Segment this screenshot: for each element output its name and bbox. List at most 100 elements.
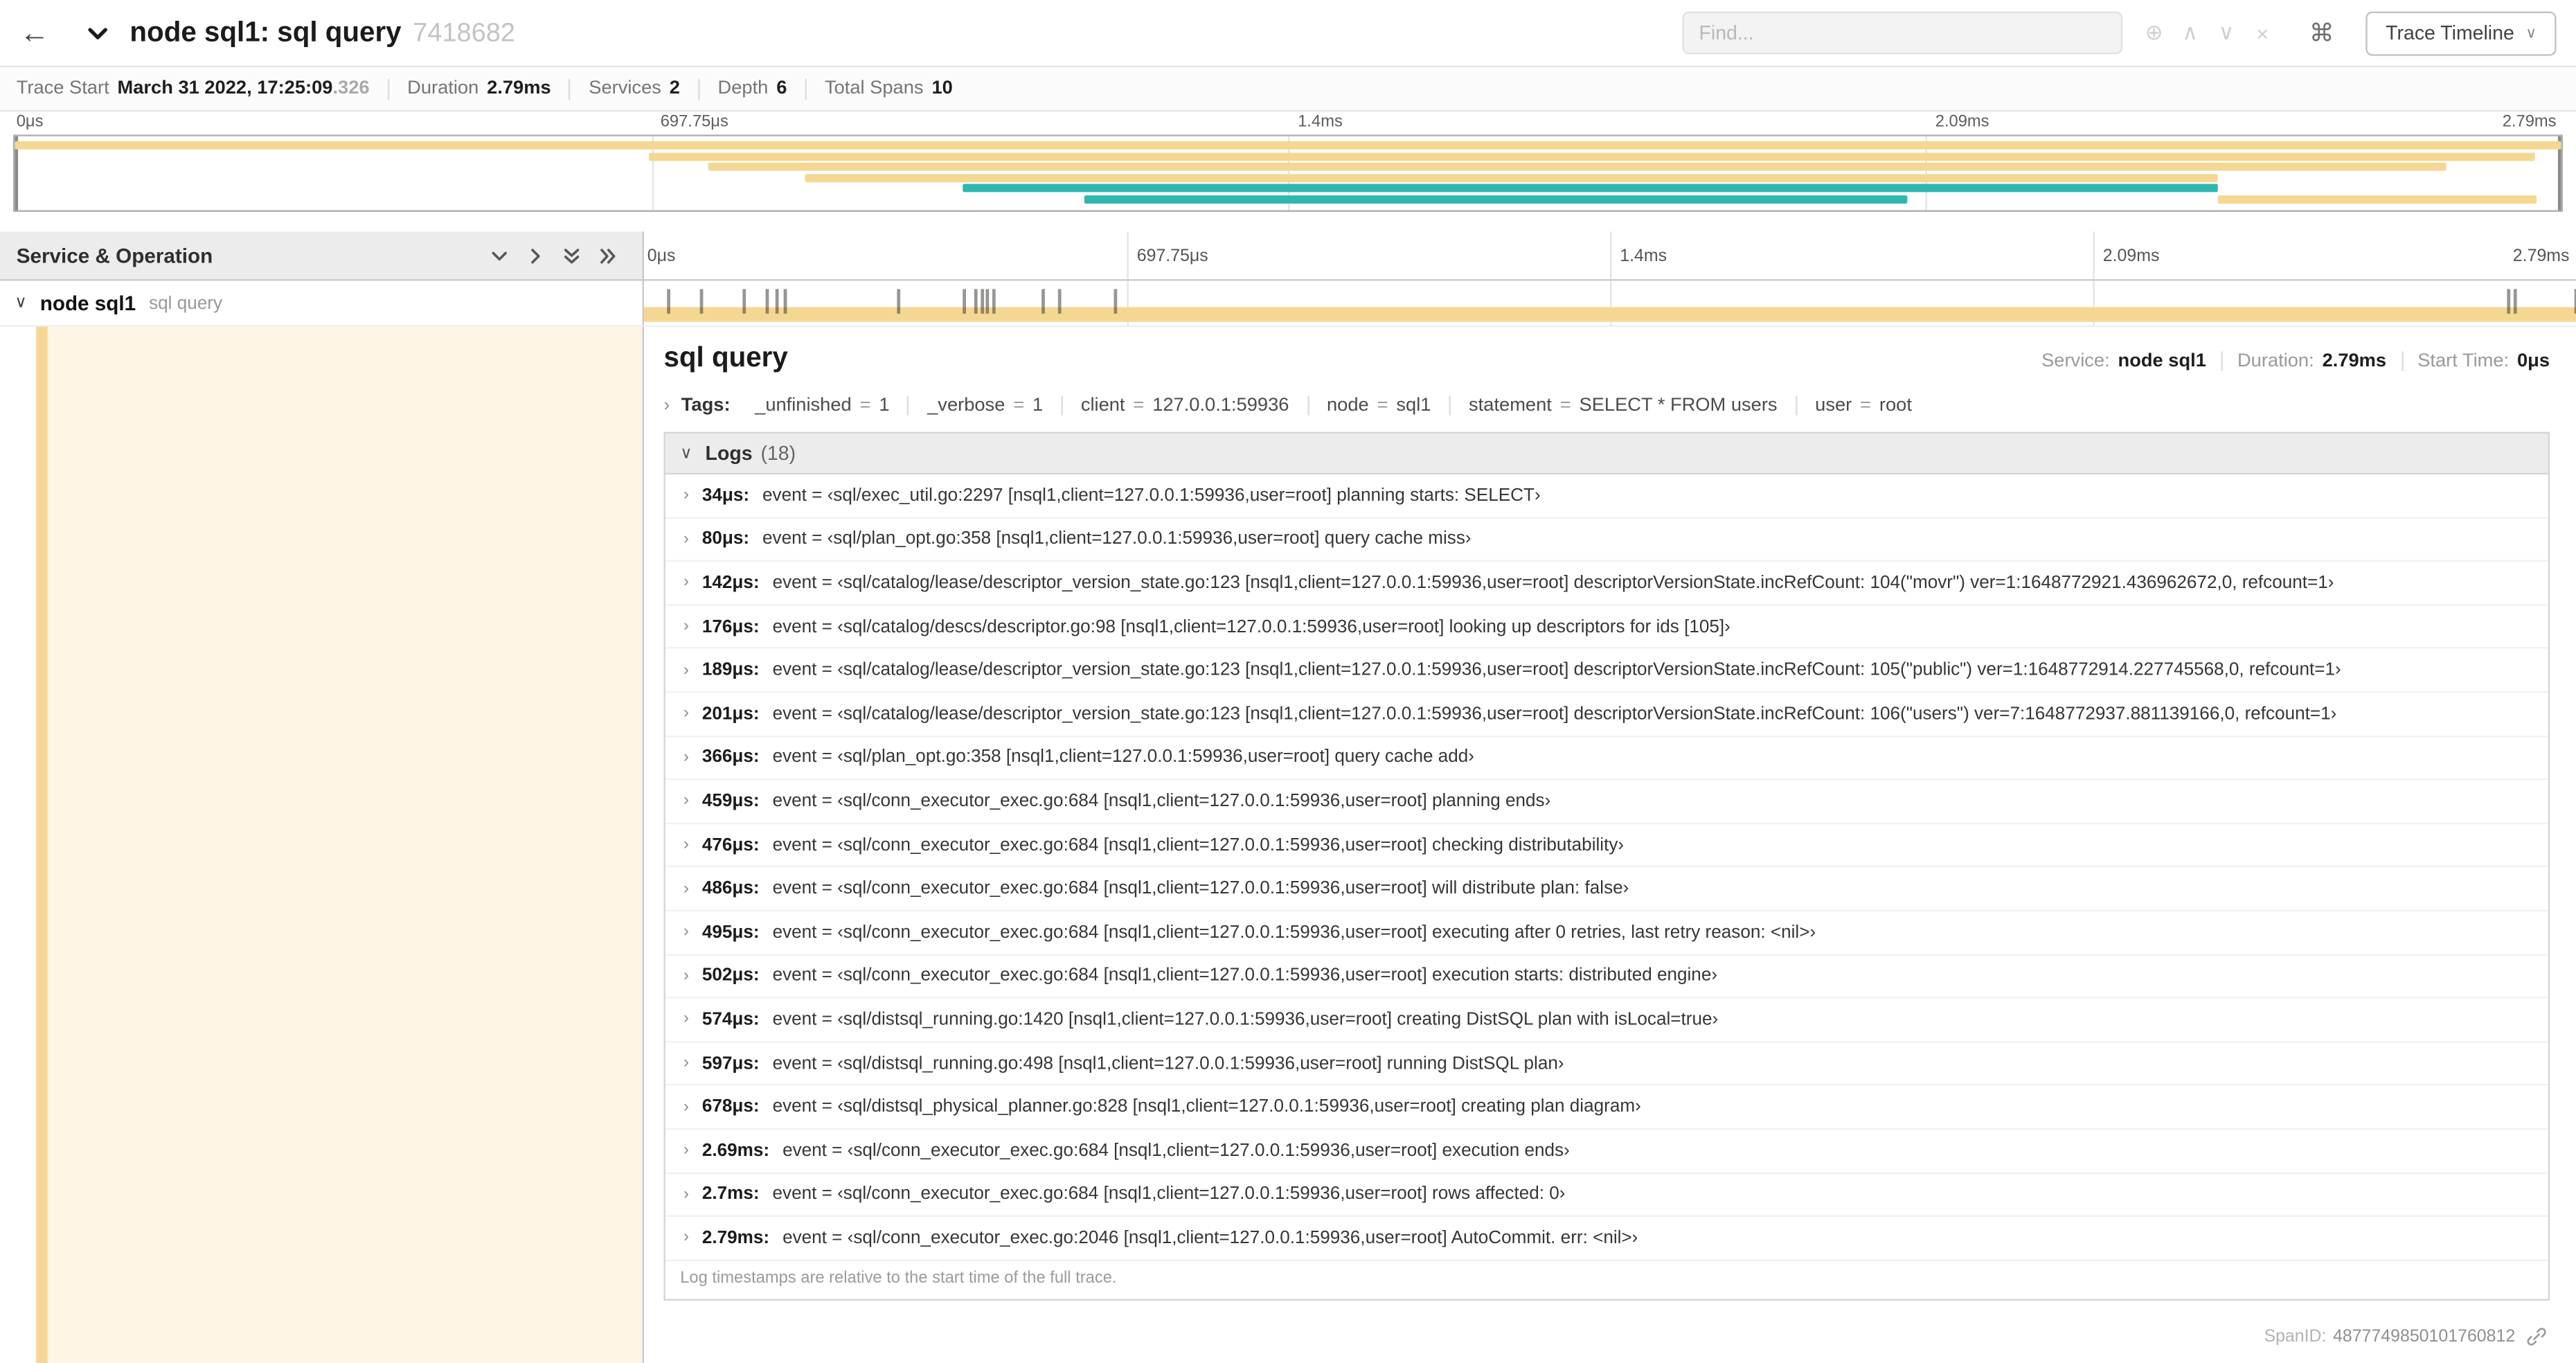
- log-row[interactable]: › 597μs: event = ‹sql/distsql_running.go:4…: [665, 1042, 2548, 1087]
- log-row[interactable]: › 366μs: event = ‹sql/plan_opt.go:358 [nsq…: [665, 736, 2548, 781]
- chevron-right-icon[interactable]: ›: [683, 705, 689, 723]
- chevron-right-icon[interactable]: ›: [683, 836, 689, 854]
- chevron-right-icon[interactable]: ›: [683, 1098, 689, 1116]
- duration-value: 2.79ms: [2322, 351, 2387, 371]
- trace-start-fraction: .326: [332, 78, 370, 99]
- chevron-right-icon[interactable]: ›: [683, 531, 689, 549]
- chevron-right-icon[interactable]: ›: [683, 487, 689, 505]
- log-row[interactable]: › 2.79ms: event = ‹sql/conn_executor_exec.…: [665, 1217, 2548, 1261]
- log-marker[interactable]: [1113, 289, 1117, 314]
- chevron-right-icon[interactable]: ›: [683, 618, 689, 636]
- back-button[interactable]: ←: [19, 16, 69, 51]
- tag-equals: =: [1133, 395, 1145, 416]
- trace-start-date: March 31 2022, 17:25:09: [117, 78, 333, 99]
- log-marker[interactable]: [2506, 289, 2510, 314]
- log-row[interactable]: › 189μs: event = ‹sql/catalog/lease/descri…: [665, 649, 2548, 693]
- chevron-right-icon[interactable]: ›: [683, 1229, 689, 1247]
- log-marker[interactable]: [1057, 289, 1061, 314]
- tag-item[interactable]: statement = SELECT * FROM users: [1451, 395, 1798, 416]
- log-row[interactable]: › 2.7ms: event = ‹sql/conn_executor_exec.g…: [665, 1173, 2548, 1218]
- log-marker[interactable]: [897, 289, 901, 314]
- chevron-right-icon[interactable]: ›: [683, 1141, 689, 1159]
- tag-key: _verbose: [927, 395, 1005, 416]
- chevron-right-icon[interactable]: ›: [683, 1054, 689, 1072]
- chevron-right-icon[interactable]: ›: [683, 574, 689, 592]
- log-row[interactable]: › 495μs: event = ‹sql/conn_executor_exec.g…: [665, 911, 2548, 955]
- log-row[interactable]: › 80μs: event = ‹sql/plan_opt.go:358 [nsql…: [665, 518, 2548, 562]
- tags-toggle[interactable]: › Tags:: [663, 395, 730, 415]
- chevron-right-icon[interactable]: ›: [683, 923, 689, 941]
- chevron-down-icon[interactable]: ∨: [15, 294, 26, 312]
- chevron-right-icon[interactable]: ›: [683, 792, 689, 810]
- collapse-trace-button[interactable]: [85, 21, 110, 46]
- tag-item[interactable]: _verbose = 1: [909, 395, 1063, 416]
- log-marker[interactable]: [765, 289, 769, 314]
- log-timestamp: 2.69ms:: [701, 1141, 770, 1161]
- find-focus-button[interactable]: ⊕: [2136, 19, 2172, 46]
- log-timestamp: 502μs:: [701, 965, 760, 986]
- view-options-label: Trace Timeline: [2386, 21, 2514, 45]
- log-message: event = ‹sql/conn_executor_exec.go:684 […: [772, 1184, 1566, 1204]
- find-next-button[interactable]: ∨: [2208, 19, 2244, 46]
- expand-one-button[interactable]: [517, 245, 553, 265]
- view-options-button[interactable]: Trace Timeline ∨: [2365, 10, 2557, 55]
- log-marker[interactable]: [2514, 289, 2518, 314]
- log-row[interactable]: › 142μs: event = ‹sql/catalog/lease/descri…: [665, 562, 2548, 606]
- chevron-right-icon[interactable]: ›: [683, 749, 689, 767]
- chevron-right-icon[interactable]: ›: [683, 880, 689, 898]
- log-marker[interactable]: [782, 289, 787, 314]
- chevron-right-icon[interactable]: ›: [683, 661, 689, 679]
- log-row[interactable]: › 34μs: event = ‹sql/exec_util.go:2297 [ns…: [665, 474, 2548, 519]
- collapse-all-button[interactable]: [554, 245, 590, 265]
- log-row[interactable]: › 459μs: event = ‹sql/conn_executor_exec.g…: [665, 780, 2548, 824]
- chevron-right-icon[interactable]: ›: [683, 1185, 689, 1203]
- keyboard-shortcuts-button[interactable]: ⌘: [2297, 18, 2346, 47]
- expand-all-button[interactable]: [590, 245, 626, 265]
- find-input[interactable]: [1682, 11, 2123, 55]
- log-row[interactable]: › 2.69ms: event = ‹sql/conn_executor_exec.…: [665, 1130, 2548, 1174]
- chevron-right-icon[interactable]: ›: [683, 967, 689, 985]
- tick-label: 0μs: [16, 113, 44, 132]
- services-label: Services: [589, 78, 661, 99]
- log-marker[interactable]: [775, 289, 779, 314]
- chevron-right-icon[interactable]: ›: [683, 1010, 689, 1028]
- divider: [2221, 351, 2223, 371]
- tag-item[interactable]: _unfinished = 1: [737, 395, 910, 416]
- deep-link-button[interactable]: [2527, 1327, 2546, 1346]
- tag-item[interactable]: user = root: [1797, 395, 1930, 415]
- log-row[interactable]: › 176μs: event = ‹sql/catalog/descs/descri…: [665, 605, 2548, 650]
- tag-item[interactable]: node = sql1: [1309, 395, 1451, 416]
- trace-summary-bar: Trace Start March 31 2022, 17:25:09.326 …: [0, 67, 2576, 112]
- services-value: 2: [669, 78, 680, 99]
- find-clear-button[interactable]: ×: [2244, 21, 2280, 46]
- log-marker[interactable]: [992, 289, 995, 314]
- tag-item[interactable]: client = 127.0.0.1:59936: [1063, 395, 1309, 416]
- trace-services: Services 2: [589, 79, 680, 98]
- logs-header[interactable]: ∨ Logs (18): [665, 433, 2548, 475]
- minimap-canvas[interactable]: [12, 134, 2564, 212]
- log-marker[interactable]: [974, 289, 978, 314]
- span-row-name-cell[interactable]: ∨ node sql1 sql query: [0, 280, 645, 326]
- link-icon: [2527, 1328, 2546, 1346]
- log-row[interactable]: › 574μs: event = ‹sql/distsql_running.go:1…: [665, 998, 2548, 1042]
- minimap-span-bar: [962, 184, 2218, 193]
- collapse-one-button[interactable]: [481, 245, 517, 265]
- log-row[interactable]: › 502μs: event = ‹sql/conn_executor_exec.g…: [665, 954, 2548, 999]
- log-row[interactable]: › 486μs: event = ‹sql/conn_executor_exec.g…: [665, 867, 2548, 911]
- log-row[interactable]: › 476μs: event = ‹sql/conn_executor_exec.g…: [665, 823, 2548, 868]
- log-marker[interactable]: [667, 289, 671, 314]
- span-duration-bar[interactable]: [644, 307, 2576, 322]
- page-header: ← node sql1: sql query7418682 ⊕ ∧ ∨ × ⌘ …: [0, 0, 2576, 68]
- log-marker[interactable]: [742, 289, 746, 314]
- find-prev-button[interactable]: ∧: [2172, 19, 2208, 46]
- log-marker[interactable]: [985, 289, 990, 314]
- divider: [387, 78, 390, 100]
- log-marker[interactable]: [980, 289, 984, 314]
- log-rows: › 34μs: event = ‹sql/exec_util.go:2297 [ns…: [665, 474, 2548, 1261]
- log-row[interactable]: › 678μs: event = ‹sql/distsql_physical_pla…: [665, 1086, 2548, 1130]
- divider: [569, 78, 571, 100]
- log-marker[interactable]: [963, 289, 967, 314]
- log-marker[interactable]: [1041, 289, 1046, 314]
- log-marker[interactable]: [699, 289, 704, 314]
- log-row[interactable]: › 201μs: event = ‹sql/catalog/lease/descri…: [665, 693, 2548, 737]
